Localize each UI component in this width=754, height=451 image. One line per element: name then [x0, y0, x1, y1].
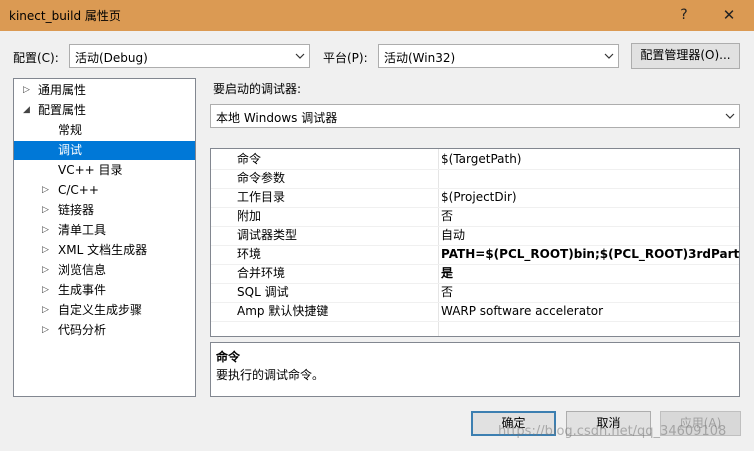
property-name: 工作目录: [237, 190, 286, 204]
tree-item-label: 代码分析: [58, 323, 107, 337]
expand-arrow-icon[interactable]: ▷: [42, 201, 49, 220]
debugger-dropdown[interactable]: 本地 Windows 调试器: [210, 104, 740, 128]
tree-item-debugging[interactable]: 调试: [14, 141, 195, 160]
property-value[interactable]: 自动: [441, 226, 465, 245]
expand-arrow-icon[interactable]: ▷: [42, 301, 49, 320]
tree-item-general[interactable]: 常规: [14, 121, 195, 140]
window-title: kinect_build 属性页: [9, 9, 121, 23]
description-title: 命令: [216, 350, 241, 364]
property-value[interactable]: 否: [441, 207, 453, 226]
debugger-label: 要启动的调试器:: [213, 82, 302, 96]
property-row[interactable]: SQL 调试 否: [211, 283, 739, 303]
close-button[interactable]: ✕: [708, 0, 750, 31]
expand-arrow-icon[interactable]: ▷: [42, 321, 49, 340]
tree-item-manifest-tool[interactable]: ▷ 清单工具: [14, 221, 195, 240]
tree-item-build-events[interactable]: ▷ 生成事件: [14, 281, 195, 300]
tree-item-label: 通用属性: [38, 83, 87, 97]
property-row[interactable]: 合并环境 是: [211, 264, 739, 284]
tree-item-label: 清单工具: [58, 223, 107, 237]
collapse-arrow-icon[interactable]: ◢: [23, 101, 30, 120]
tree-item-label: 生成事件: [58, 283, 107, 297]
property-row[interactable]: 附加 否: [211, 207, 739, 227]
property-name: 调试器类型: [237, 228, 298, 242]
platform-label: 平台(P):: [323, 51, 368, 65]
tree-item-common-properties[interactable]: ▷ 通用属性: [14, 81, 195, 100]
watermark-text: https://blog.csdn.net/qq_34609108: [498, 424, 727, 439]
chevron-down-icon: [604, 53, 614, 59]
platform-dropdown[interactable]: 活动(Win32): [378, 44, 619, 68]
tree-item-label: XML 文档生成器: [58, 243, 148, 257]
tree-item-label: C/C++: [58, 183, 99, 197]
property-row[interactable]: 命令参数: [211, 169, 739, 189]
property-tree: ▷ 通用属性 ◢ 配置属性 常规 调试 VC++ 目录 ▷ C/C++ ▷ 链接…: [13, 78, 196, 397]
chevron-down-icon: [725, 113, 735, 119]
config-value: 活动(Debug): [75, 51, 148, 65]
property-name: 命令参数: [237, 171, 286, 185]
tree-item-vc-directories[interactable]: VC++ 目录: [14, 161, 195, 180]
expand-arrow-icon[interactable]: ▷: [42, 281, 49, 300]
tree-item-label: 自定义生成步骤: [58, 303, 143, 317]
platform-value: 活动(Win32): [384, 51, 456, 65]
tree-item-label: 浏览信息: [58, 263, 107, 277]
tree-item-label: 常规: [58, 123, 83, 137]
property-row[interactable]: 命令 $(TargetPath): [211, 150, 739, 170]
property-value[interactable]: $(ProjectDir): [441, 188, 517, 207]
title-bar: kinect_build 属性页 ? ✕: [0, 0, 754, 31]
property-name: Amp 默认快捷键: [237, 304, 329, 318]
property-value[interactable]: PATH=$(PCL_ROOT)bin;$(PCL_ROOT)3rdPartyF…: [441, 245, 739, 264]
tree-item-browse-info[interactable]: ▷ 浏览信息: [14, 261, 195, 280]
tree-item-label: 配置属性: [38, 103, 87, 117]
tree-item-linker[interactable]: ▷ 链接器: [14, 201, 195, 220]
property-name: 合并环境: [237, 266, 286, 280]
tree-item-cpp[interactable]: ▷ C/C++: [14, 181, 195, 200]
property-value[interactable]: 是: [441, 264, 453, 283]
config-manager-button[interactable]: 配置管理器(O)...: [631, 43, 740, 69]
property-row[interactable]: Amp 默认快捷键 WARP software accelerator: [211, 302, 739, 322]
property-grid: 命令 $(TargetPath) 命令参数 工作目录 $(ProjectDir)…: [210, 148, 740, 337]
debugger-value: 本地 Windows 调试器: [216, 111, 338, 125]
tree-item-xml-doc-generator[interactable]: ▷ XML 文档生成器: [14, 241, 195, 260]
config-dropdown[interactable]: 活动(Debug): [69, 44, 310, 68]
tree-item-custom-build-step[interactable]: ▷ 自定义生成步骤: [14, 301, 195, 320]
help-button[interactable]: ?: [663, 0, 705, 31]
property-row[interactable]: 调试器类型 自动: [211, 226, 739, 246]
property-row[interactable]: 工作目录 $(ProjectDir): [211, 188, 739, 208]
property-value[interactable]: WARP software accelerator: [441, 302, 603, 321]
expand-arrow-icon[interactable]: ▷: [42, 261, 49, 280]
tree-item-code-analysis[interactable]: ▷ 代码分析: [14, 321, 195, 340]
property-name: 环境: [237, 247, 262, 261]
property-name: 命令: [237, 152, 262, 166]
tree-item-label: 调试: [58, 143, 83, 157]
property-row[interactable]: 环境 PATH=$(PCL_ROOT)bin;$(PCL_ROOT)3rdPar…: [211, 245, 739, 265]
expand-arrow-icon[interactable]: ▷: [42, 181, 49, 200]
property-name: 附加: [237, 209, 262, 223]
tree-item-label: 链接器: [58, 203, 95, 217]
property-name: SQL 调试: [237, 285, 289, 299]
property-value[interactable]: 否: [441, 283, 453, 302]
description-pane: 命令 要执行的调试命令。: [210, 342, 740, 397]
tree-item-config-properties[interactable]: ◢ 配置属性: [14, 101, 195, 120]
config-label: 配置(C):: [13, 51, 59, 65]
property-value[interactable]: $(TargetPath): [441, 150, 521, 169]
description-text: 要执行的调试命令。: [216, 368, 325, 382]
expand-arrow-icon[interactable]: ▷: [23, 81, 30, 100]
expand-arrow-icon[interactable]: ▷: [42, 241, 49, 260]
tree-item-label: VC++ 目录: [58, 163, 123, 177]
chevron-down-icon: [295, 53, 305, 59]
expand-arrow-icon[interactable]: ▷: [42, 221, 49, 240]
